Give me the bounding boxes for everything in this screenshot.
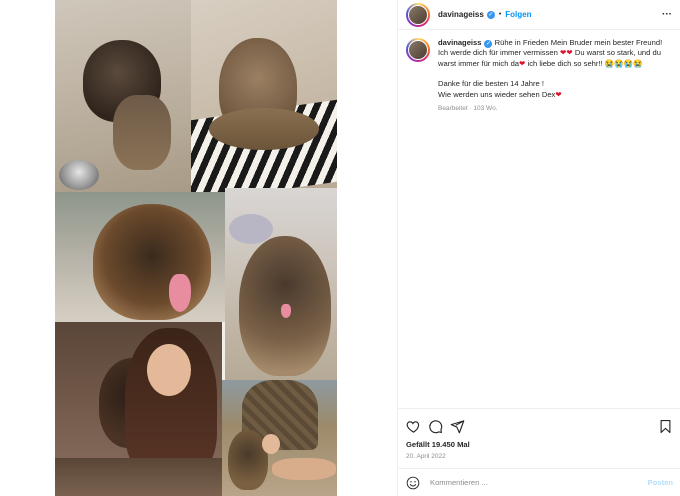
more-icon[interactable]: ··· (662, 9, 672, 20)
action-bar: Gefällt 19.450 Mal 20. April 2022 (398, 408, 680, 460)
post-comment-button[interactable]: Posten (648, 478, 673, 487)
verified-icon: ✓ (486, 10, 495, 19)
caption-para2-line2: Wie werden uns wieder sehen Dex (438, 89, 556, 99)
heart-emoji: ❤ (555, 89, 562, 99)
photo-dog-tongue-out (55, 192, 225, 322)
bookmark-icon[interactable] (658, 419, 673, 434)
photo-dog-sitting (225, 188, 337, 380)
caption-text: davinageiss ✓ Rühe in Frieden Mein Bruder… (438, 38, 668, 114)
post-image-collage[interactable] (55, 0, 337, 496)
photo-dog-on-zebra-rug (191, 0, 337, 192)
caption-para2-line1: Danke für die besten 14 Jahre ! (438, 79, 544, 89)
heart-emoji: ❤❤ (559, 48, 573, 58)
edited-timestamp: Bearbeitet · 103 Wo. (438, 105, 498, 113)
username-link[interactable]: davinageiss (438, 10, 484, 19)
avatar[interactable] (406, 2, 430, 27)
verified-icon: ✓ (484, 40, 493, 48)
photo-dog-and-girl-by-palm (222, 380, 337, 496)
crying-emojis: 😭😭😭😭 (604, 58, 643, 68)
caption-line-3: ich liebe dich so sehr!! (525, 58, 605, 68)
instagram-post-page: davinageiss ✓ • Folgen ··· davinageiss ✓ … (0, 0, 680, 496)
likes-count[interactable]: Gefällt 19.450 Mal (406, 440, 673, 449)
comment-icon[interactable] (428, 419, 443, 434)
emoji-icon[interactable] (406, 476, 420, 490)
post-date: 20. April 2022 (406, 453, 446, 460)
post-header: davinageiss ✓ • Folgen ··· (398, 0, 680, 30)
photo-girl-with-dog (55, 322, 222, 496)
photo-dog-on-tiles (55, 0, 191, 192)
post-side-panel: davinageiss ✓ • Folgen ··· davinageiss ✓ … (397, 0, 680, 496)
follow-button[interactable]: Folgen (505, 10, 531, 19)
separator-dot: • (498, 11, 502, 18)
caption-username[interactable]: davinageiss (438, 38, 481, 47)
caption-avatar[interactable] (406, 38, 430, 62)
heart-icon[interactable] (406, 419, 421, 434)
caption-block: davinageiss ✓ Rühe in Frieden Mein Bruder… (398, 30, 680, 114)
share-icon[interactable] (450, 419, 465, 434)
comment-bar: Kommentieren ... Posten (398, 468, 680, 496)
comment-input[interactable]: Kommentieren ... (430, 478, 648, 487)
